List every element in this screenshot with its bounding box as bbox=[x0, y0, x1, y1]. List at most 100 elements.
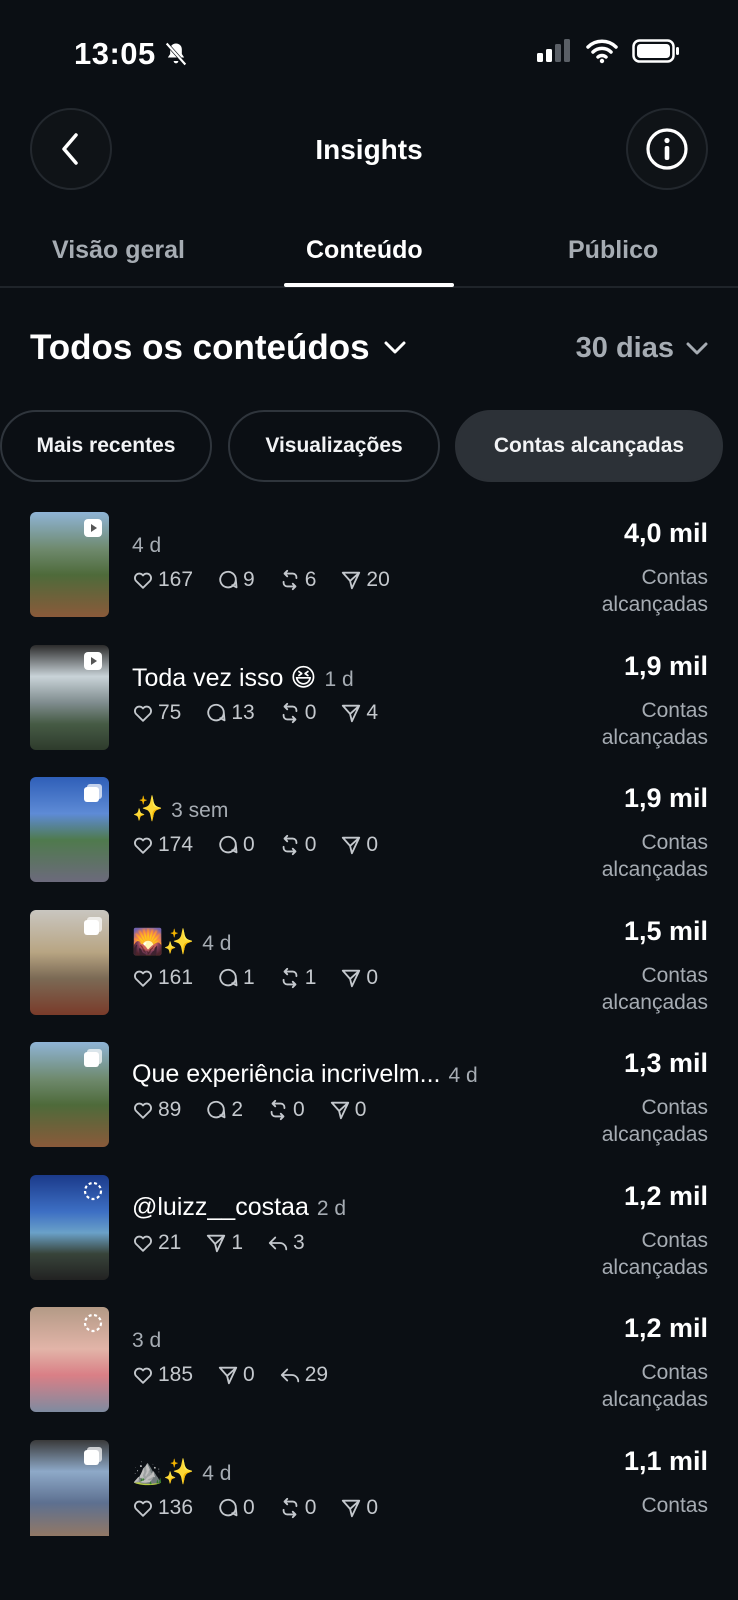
share-icon bbox=[340, 702, 362, 724]
post-stats: 21 1 3 bbox=[132, 1231, 305, 1255]
tab-overview[interactable]: Visão geral bbox=[52, 236, 185, 265]
tab-content[interactable]: Conteúdo bbox=[306, 236, 423, 265]
stat-likes: 75 bbox=[132, 701, 181, 725]
status-time: 13:05 bbox=[74, 36, 156, 71]
stat-value: 1 bbox=[304, 965, 317, 989]
metric-label: Contas alcançadas bbox=[601, 566, 708, 616]
heart-icon bbox=[132, 834, 154, 856]
post-thumbnail[interactable] bbox=[30, 909, 109, 1015]
metric-value: 1,2 mil bbox=[623, 1313, 708, 1343]
content-row[interactable]: ⛰️✨ 4 d 136 0 0 0 1,1 mil Contas bbox=[0, 1439, 738, 1536]
stat-shares: 0 bbox=[340, 833, 378, 857]
post-age: 3 sem bbox=[171, 799, 229, 822]
post-thumbnail[interactable] bbox=[30, 777, 109, 882]
stat-shares: 1 bbox=[205, 1231, 243, 1255]
stat-value: 167 bbox=[158, 568, 194, 591]
stat-shares: 4 bbox=[340, 701, 378, 725]
header: Insights bbox=[0, 108, 738, 192]
metric-value: 1,9 mil bbox=[623, 650, 708, 681]
period-dropdown[interactable]: 30 dias bbox=[576, 332, 708, 365]
stat-comments: 9 bbox=[217, 568, 255, 592]
stat-comments: 2 bbox=[205, 1098, 243, 1122]
content-row[interactable]: Toda vez isso 😆 1 d 75 13 0 4 1,9 mil Contas al… bbox=[0, 644, 738, 781]
stat-shares: 0 bbox=[340, 966, 378, 990]
info-button[interactable] bbox=[626, 108, 708, 190]
tab-audience[interactable]: Público bbox=[568, 236, 658, 265]
stat-value: 0 bbox=[304, 700, 317, 724]
repost-icon bbox=[279, 967, 301, 989]
post-stats: 136 0 0 0 bbox=[132, 1496, 378, 1520]
stat-value: 29 bbox=[304, 1363, 329, 1386]
stat-reposts: 0 bbox=[279, 1495, 317, 1520]
post-thumbnail[interactable] bbox=[30, 1042, 109, 1147]
content-row[interactable]: Que experiência incrivelm... 4 d 89 2 0 0 1,3 … bbox=[0, 1042, 738, 1178]
chip-accounts-reached[interactable]: Contas alcançadas bbox=[455, 410, 723, 482]
stat-likes: 89 bbox=[132, 1098, 181, 1122]
content-row[interactable]: @luizz__costaa 2 d 21 1 3 1,2 mil Contas alcan… bbox=[0, 1174, 738, 1311]
post-thumbnail[interactable] bbox=[30, 1439, 109, 1536]
stat-value: 0 bbox=[304, 1495, 317, 1519]
comment-icon bbox=[205, 1099, 227, 1121]
repost-icon bbox=[279, 1497, 301, 1519]
post-age: 4 d bbox=[448, 1064, 478, 1087]
info-icon bbox=[646, 128, 688, 170]
post-stats: 167 9 6 20 bbox=[132, 568, 390, 592]
post-caption: Toda vez isso 😆 bbox=[132, 663, 317, 692]
post-thumbnail[interactable] bbox=[30, 1307, 109, 1412]
stat-shares: 0 bbox=[329, 1098, 367, 1122]
stat-value: 9 bbox=[243, 568, 255, 591]
post-stats: 185 0 29 bbox=[132, 1363, 328, 1387]
stat-value: 2 bbox=[231, 1098, 244, 1121]
stat-shares: 0 bbox=[217, 1363, 255, 1387]
post-caption-line: @luizz__costaa 2 d bbox=[132, 1193, 346, 1222]
content-row[interactable]: 4 d 167 9 6 20 4,0 mil Contas alcançadas bbox=[0, 512, 738, 648]
content-row[interactable]: 3 d 185 0 29 1,2 mil Contas alcançadas bbox=[0, 1307, 738, 1443]
repost-icon bbox=[279, 702, 301, 724]
carousel-icon bbox=[83, 1048, 103, 1068]
stat-value: 0 bbox=[366, 833, 379, 856]
chip-most-recent[interactable]: Mais recentes bbox=[0, 410, 212, 482]
stat-replies: 29 bbox=[279, 1363, 328, 1387]
post-age: 4 d bbox=[132, 534, 162, 557]
heart-icon bbox=[132, 569, 154, 591]
post-age: 3 d bbox=[132, 1329, 162, 1352]
reel-icon bbox=[83, 518, 103, 538]
metric-label: Contas bbox=[641, 1493, 708, 1517]
stat-value: 185 bbox=[158, 1363, 194, 1386]
stat-value: 0 bbox=[243, 1495, 255, 1519]
stat-value: 89 bbox=[158, 1098, 182, 1121]
metric-value: 4,0 mil bbox=[623, 518, 708, 548]
carousel-icon bbox=[83, 916, 103, 936]
stat-shares: 0 bbox=[340, 1496, 378, 1520]
metric-label: Contas alcançadas bbox=[601, 831, 708, 881]
post-stats: 174 0 0 0 bbox=[132, 833, 378, 857]
post-thumbnail[interactable] bbox=[30, 644, 109, 750]
stat-value: 0 bbox=[304, 833, 317, 856]
post-caption: 🌄✨ bbox=[132, 927, 195, 956]
stat-value: 1 bbox=[243, 965, 255, 989]
sort-chips: Mais recentes Visualizações Contas alcan… bbox=[0, 410, 738, 482]
content-row[interactable]: 🌄✨ 4 d 161 1 1 0 1,5 mil Contas alcançadas bbox=[0, 909, 738, 1046]
content-filter-dropdown[interactable]: Todos os conteúdos bbox=[30, 328, 406, 368]
metric-value: 1,1 mil bbox=[623, 1445, 708, 1476]
post-caption: ⛰️✨ bbox=[132, 1457, 195, 1486]
stat-likes: 174 bbox=[132, 833, 193, 857]
content-row[interactable]: ✨ 3 sem 174 0 0 0 1,9 mil Contas alcançadas bbox=[0, 777, 738, 913]
stat-value: 161 bbox=[158, 965, 194, 989]
stat-value: 0 bbox=[243, 833, 255, 856]
post-stats: 89 2 0 0 bbox=[132, 1098, 366, 1122]
post-caption-line: Toda vez isso 😆 1 d bbox=[132, 663, 354, 693]
post-thumbnail[interactable] bbox=[30, 512, 109, 617]
post-thumbnail[interactable] bbox=[30, 1174, 109, 1280]
comment-icon bbox=[217, 1497, 239, 1519]
stat-value: 0 bbox=[366, 1495, 379, 1519]
share-icon bbox=[329, 1099, 351, 1121]
share-icon bbox=[217, 1364, 239, 1386]
content-filter-label: Todos os conteúdos bbox=[30, 328, 370, 367]
repost-icon bbox=[267, 1099, 289, 1121]
status-bar: 13:05 bbox=[0, 0, 738, 100]
stat-value: 0 bbox=[354, 1098, 367, 1121]
metric-label: Contas alcançadas bbox=[601, 1361, 708, 1411]
chip-views[interactable]: Visualizações bbox=[228, 410, 440, 482]
stat-value: 0 bbox=[293, 1098, 305, 1121]
